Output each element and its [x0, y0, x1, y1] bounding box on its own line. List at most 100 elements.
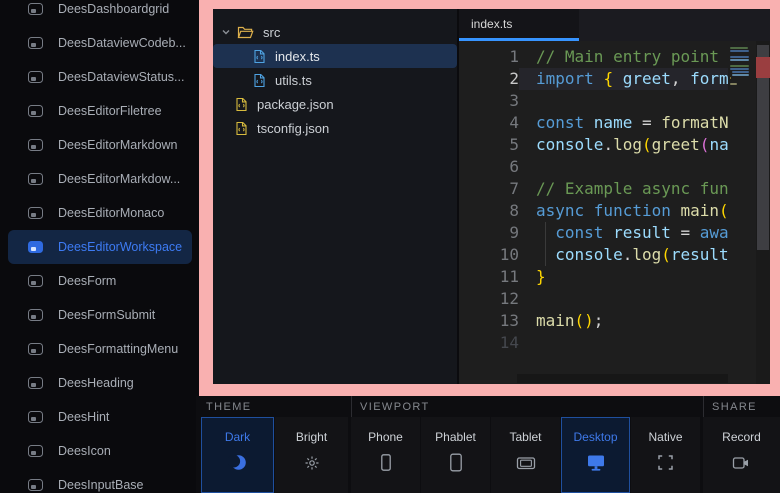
- ts-file-icon: [253, 49, 266, 64]
- line-number: 4: [459, 112, 519, 134]
- line-number: 10: [459, 244, 519, 266]
- tab-label: index.ts: [471, 17, 512, 31]
- moon-icon: [228, 453, 248, 472]
- toolbar-section-viewport: VIEWPORTPhonePhabletTabletDesktopNative: [349, 396, 700, 493]
- component-list: DeesDashboardgrid DeesDataviewCodeb... Dee…: [0, 0, 196, 493]
- native-icon: [657, 453, 674, 472]
- code-line: 2import { greet, form: [459, 68, 770, 90]
- button-label: Native: [648, 430, 682, 444]
- sidebar-item-label: DeesFormSubmit: [58, 308, 155, 322]
- sidebar-item-deesdataviewstatus[interactable]: DeesDataviewStatus...: [8, 60, 192, 94]
- component-icon: [28, 309, 43, 321]
- sidebar-item-label: DeesEditorMarkdow...: [58, 172, 180, 186]
- editor-pane: index.ts 1// Main entry point2import { g…: [459, 9, 770, 384]
- toolbar-section-header: SHARE: [703, 396, 780, 417]
- toolbar-section-share: SHARERecord: [701, 396, 780, 493]
- tab-index-ts[interactable]: index.ts: [459, 9, 579, 41]
- sidebar-item-deeseditorfiletree[interactable]: DeesEditorFiletree: [8, 94, 192, 128]
- minimap-line: [730, 47, 748, 49]
- native-button[interactable]: Native: [631, 417, 700, 493]
- sidebar-item-label: DeesIcon: [58, 444, 111, 458]
- tree-item-packagejson[interactable]: package.json: [213, 92, 457, 116]
- editor-tab-bar: index.ts: [459, 9, 770, 41]
- component-icon: [28, 479, 43, 491]
- sidebar-item-label: DeesEditorFiletree: [58, 104, 162, 118]
- record-icon: [732, 453, 751, 472]
- tree-item-label: utils.ts: [275, 73, 312, 88]
- phone-button[interactable]: Phone: [351, 417, 420, 493]
- sidebar-item-deeseditormarkdow[interactable]: DeesEditorMarkdow...: [8, 162, 192, 196]
- horizontal-scrollbar[interactable]: [517, 374, 728, 383]
- code-text: console.log(greet(na: [519, 134, 728, 156]
- sun-icon: [303, 453, 321, 472]
- sidebar-item-label: DeesDataviewCodeb...: [58, 36, 186, 50]
- desktop-button[interactable]: Desktop: [561, 417, 630, 493]
- sidebar-item-deeshint[interactable]: DeesHint: [8, 400, 192, 434]
- code-line: 1// Main entry point: [459, 46, 770, 68]
- component-icon: [28, 105, 43, 117]
- sidebar-item-label: DeesEditorMonaco: [58, 206, 164, 220]
- bright-button[interactable]: Bright: [275, 417, 348, 493]
- code-text: const name = formatN: [519, 112, 728, 134]
- minimap-line: [730, 50, 749, 52]
- line-number: 12: [459, 288, 519, 310]
- toolbar-buttons: DarkBright: [201, 417, 348, 493]
- component-icon: [28, 377, 43, 389]
- line-number: 7: [459, 178, 519, 200]
- phone-icon: [378, 453, 394, 472]
- code-line: 8async function main(: [459, 200, 770, 222]
- dark-button[interactable]: Dark: [201, 417, 274, 493]
- sidebar-item-deesdashboardgrid[interactable]: DeesDashboardgrid: [8, 0, 192, 26]
- vertical-scrollbar[interactable]: [756, 41, 770, 384]
- code-text: // Example async fun: [519, 178, 728, 200]
- tablet-button[interactable]: Tablet: [491, 417, 560, 493]
- sidebar-item-deesheading[interactable]: DeesHeading: [8, 366, 192, 400]
- sidebar-item-deeseditormonaco[interactable]: DeesEditorMonaco: [8, 196, 192, 230]
- bottom-toolbar: THEMEDarkBrightVIEWPORTPhonePhabletTable…: [196, 396, 780, 493]
- sidebar-item-deesicon[interactable]: DeesIcon: [8, 434, 192, 468]
- line-number: 2: [459, 68, 519, 90]
- sidebar-item-deesdataviewcodeb[interactable]: DeesDataviewCodeb...: [8, 26, 192, 60]
- button-label: Desktop: [573, 430, 617, 444]
- sidebar-item-deeseditormarkdown[interactable]: DeesEditorMarkdown: [8, 128, 192, 162]
- record-button[interactable]: Record: [703, 417, 780, 493]
- error-marker: [756, 57, 770, 78]
- sidebar-item-deesform[interactable]: DeesForm: [8, 264, 192, 298]
- phablet-icon: [448, 453, 464, 472]
- chevron-down-icon[interactable]: [219, 26, 233, 38]
- tree-item-indexts[interactable]: index.ts: [213, 44, 457, 68]
- component-icon: [28, 445, 43, 457]
- tree-item-tsconfigjson[interactable]: tsconfig.json: [213, 116, 457, 140]
- code-text: [519, 90, 728, 112]
- sidebar-item-label: DeesInputBase: [58, 478, 143, 492]
- tree-item-utilsts[interactable]: utils.ts: [213, 68, 457, 92]
- minimap-line: [730, 83, 737, 85]
- component-icon: [28, 3, 43, 15]
- sidebar-item-deesformattingmenu[interactable]: DeesFormattingMenu: [8, 332, 192, 366]
- component-sidebar: DeesDashboardgrid DeesDataviewCodeb... Dee…: [0, 0, 196, 493]
- line-number: 9: [459, 222, 519, 244]
- code-line: 10 console.log(result: [459, 244, 770, 266]
- sidebar-item-deeseditorworkspace[interactable]: DeesEditorWorkspace: [8, 230, 192, 264]
- minimap-line: [730, 77, 731, 79]
- code-line: 12: [459, 288, 770, 310]
- editor-workspace-demo: src index.ts utils.ts package.jsontsconfig.…: [213, 9, 770, 384]
- tree-item-label: src: [263, 25, 280, 40]
- code-text: console.log(result: [519, 244, 728, 266]
- component-icon: [28, 207, 43, 219]
- phablet-button[interactable]: Phablet: [421, 417, 490, 493]
- line-number: 6: [459, 156, 519, 178]
- code-text: [519, 288, 728, 310]
- code-editor[interactable]: 1// Main entry point2import { greet, for…: [459, 41, 770, 384]
- code-lines: 1// Main entry point2import { greet, for…: [459, 41, 770, 354]
- line-number: 13: [459, 310, 519, 332]
- minimap-line: [730, 68, 749, 70]
- sidebar-item-deesformsubmit[interactable]: DeesFormSubmit: [8, 298, 192, 332]
- tree-item-src[interactable]: src: [213, 20, 457, 44]
- sidebar-item-label: DeesEditorMarkdown: [58, 138, 178, 152]
- button-label: Phone: [368, 430, 403, 444]
- minimap[interactable]: [728, 41, 756, 384]
- code-line: 7// Example async fun: [459, 178, 770, 200]
- line-number: 11: [459, 266, 519, 288]
- sidebar-item-deesinputbase[interactable]: DeesInputBase: [8, 468, 192, 493]
